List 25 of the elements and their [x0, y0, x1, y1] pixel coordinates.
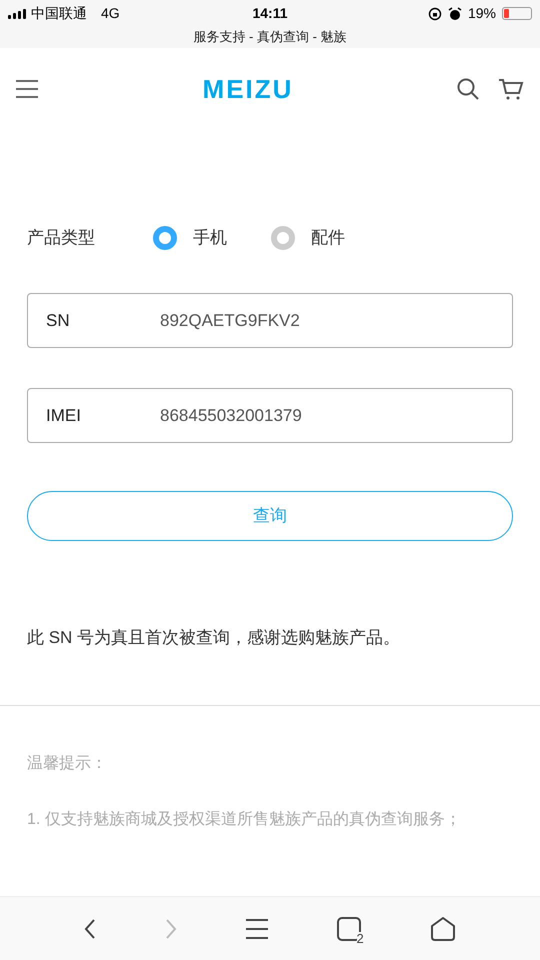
clock: 14:11: [252, 4, 288, 23]
battery-icon: [502, 7, 532, 20]
input-field[interactable]: SN 892QAETG9FKV2: [27, 293, 513, 348]
home-icon[interactable]: [430, 916, 456, 942]
tips-title: 温馨提示：: [27, 754, 108, 774]
alarm-icon: [448, 6, 462, 20]
battery-percent: 19%: [468, 4, 496, 23]
result-message: 此 SN 号为真且首次被查询，感谢选购魅族产品。: [27, 627, 402, 649]
radio-label[interactable]: 手机: [193, 225, 227, 251]
carrier: 中国联通: [31, 4, 87, 23]
rotation-lock-icon: [428, 6, 442, 20]
cart-icon[interactable]: [498, 77, 524, 101]
radio-button[interactable]: [153, 226, 177, 250]
product-type-label: 产品类型: [27, 227, 96, 250]
radio-button[interactable]: [271, 226, 295, 250]
signal-icon: [8, 8, 26, 18]
network-type: 4G: [101, 4, 120, 23]
search-icon[interactable]: [456, 77, 480, 101]
menu-icon[interactable]: [246, 918, 268, 940]
page-title: 服务支持 - 真伪查询 - 魅族: [193, 28, 347, 46]
radio-label[interactable]: 配件: [311, 225, 345, 251]
input-field[interactable]: IMEI 868455032001379: [27, 388, 513, 443]
tip-text: 1. 仅支持魅族商城及授权渠道所售魅族产品的真伪查询服务；: [27, 810, 462, 830]
back-icon[interactable]: [84, 918, 96, 940]
menu-button[interactable]: [16, 77, 40, 101]
